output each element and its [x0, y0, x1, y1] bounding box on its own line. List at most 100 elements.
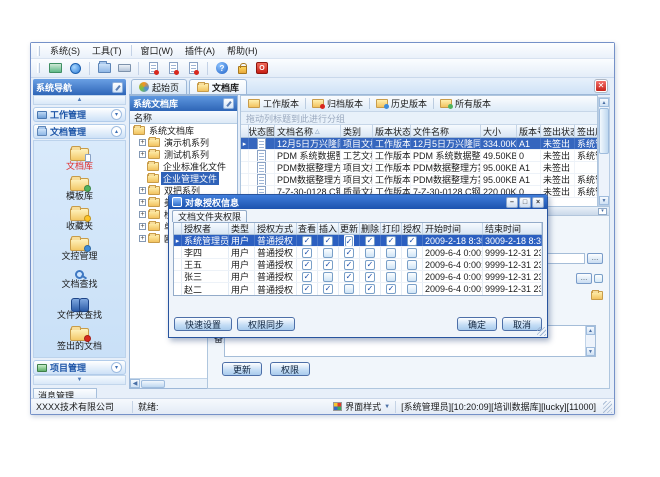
chevron-up-icon[interactable]: ▴	[111, 126, 122, 137]
help-icon[interactable]: ?	[213, 60, 231, 77]
expander-icon[interactable]: +	[139, 187, 146, 194]
perm-checkbox-view[interactable]	[302, 272, 312, 282]
perm-checkbox-grant[interactable]	[407, 284, 417, 294]
header-status[interactable]: 状态图	[249, 125, 275, 137]
perm-checkbox-delete[interactable]	[365, 260, 375, 270]
sidebar-scroll-up[interactable]: ▲	[33, 95, 126, 105]
expander-icon[interactable]: +	[139, 223, 146, 230]
close-icon[interactable]: ✕	[595, 80, 607, 92]
perm-checkbox-grant[interactable]	[407, 272, 417, 282]
header-view[interactable]: 查看	[297, 223, 318, 234]
sidebar-item-checked-out-docs[interactable]: 签出的文档	[34, 324, 125, 354]
perm-checkbox-print[interactable]	[386, 284, 396, 294]
open-folder-icon[interactable]	[591, 291, 603, 300]
scroll-down-icon[interactable]: ▼	[586, 347, 595, 356]
menu-tools[interactable]: 工具(T)	[86, 43, 128, 58]
doc-check-icon[interactable]	[164, 60, 182, 77]
sidebar-item-favorites[interactable]: 收藏夹	[34, 204, 125, 234]
tree-root[interactable]: 系统文档库	[130, 124, 237, 136]
tree-item[interactable]: + 测试机系列	[130, 148, 237, 160]
quick-settings-button[interactable]: 快速设置	[174, 317, 232, 331]
perm-checkbox-view[interactable]	[302, 248, 312, 258]
chevron-down-icon[interactable]: ▾	[111, 109, 122, 120]
browse-button[interactable]: …	[587, 253, 603, 264]
header-delete[interactable]: 删除	[360, 223, 381, 234]
header-category[interactable]: 类别	[341, 125, 373, 137]
all-versions-button[interactable]: 所有版本	[436, 97, 495, 111]
permission-sync-button[interactable]: 权限同步	[237, 317, 295, 331]
perm-checkbox-grant[interactable]	[407, 260, 417, 270]
globe-icon[interactable]	[66, 60, 84, 77]
close-icon[interactable]: ×	[532, 197, 544, 208]
permission-button[interactable]: 权限	[270, 362, 310, 376]
doc-mail-icon[interactable]	[184, 60, 202, 77]
header-end-time[interactable]: 结束时间	[483, 223, 542, 234]
header-print[interactable]: 打印	[381, 223, 402, 234]
table-row[interactable]: PDM 系统数据整理检... 工艺文档 工作版本 PDM 系统数据整理... 4…	[241, 150, 597, 162]
power-icon[interactable]: O	[253, 60, 271, 77]
perm-checkbox-insert[interactable]	[323, 236, 333, 246]
header-update[interactable]: 更新	[339, 223, 360, 234]
folder-icon[interactable]	[95, 60, 113, 77]
perm-checkbox-view[interactable]	[302, 284, 312, 294]
perm-checkbox-update[interactable]	[344, 248, 354, 258]
menu-plugins[interactable]: 插件(A)	[179, 43, 221, 58]
chevron-down-icon[interactable]: ▾	[111, 362, 122, 373]
browse-button[interactable]: …	[576, 273, 592, 284]
permission-row[interactable]: 王五 用户 普通授权 2009-6-4 0:00:00 9999-12-31 2…	[174, 259, 542, 271]
toolbar-grip[interactable]	[37, 63, 40, 73]
scrollbar-thumb[interactable]	[141, 380, 165, 388]
perm-checkbox-delete[interactable]	[365, 248, 375, 258]
printer-icon[interactable]	[115, 60, 133, 77]
permission-row[interactable]: 赵二 用户 普通授权 2009-6-4 0:00:00 9999-12-31 2…	[174, 283, 542, 295]
history-version-button[interactable]: 历史版本	[372, 97, 431, 111]
perm-checkbox-print[interactable]	[386, 272, 396, 282]
header-type[interactable]: 类型	[229, 223, 255, 234]
table-row[interactable]: PDM数据整理方案.doc 项目文档 工作版本 PDM数据整理方案.doc 95…	[241, 162, 597, 174]
scroll-down-icon[interactable]: ▼	[599, 196, 609, 205]
maximize-icon[interactable]: □	[519, 197, 531, 208]
perm-checkbox-grant[interactable]	[407, 248, 417, 258]
header-start-time[interactable]: 开始时间	[423, 223, 483, 234]
perm-checkbox-insert[interactable]	[323, 260, 333, 270]
scroll-left-icon[interactable]: ◀	[130, 379, 140, 388]
toolbar-grip[interactable]	[37, 46, 40, 56]
scrollbar-thumb[interactable]	[599, 108, 609, 154]
computer-sync-icon[interactable]	[46, 60, 64, 77]
pin-icon[interactable]	[223, 98, 234, 109]
expander-icon[interactable]: +	[139, 211, 146, 218]
sidebar-scroll-down[interactable]: ▼	[33, 375, 126, 385]
permission-row[interactable]: ▸ 系统管理员 用户 普通授权 2009-2-18 8:35:57 3009-2…	[174, 235, 542, 247]
tab-doc-folder-permissions[interactable]: 文档文件夹权限	[172, 210, 247, 222]
header-grantee[interactable]: 授权者	[182, 223, 229, 234]
lock-icon[interactable]	[233, 60, 251, 77]
sidebar-item-folder-search[interactable]: 文件夹查找	[34, 294, 125, 324]
perm-checkbox-delete[interactable]	[365, 272, 375, 282]
perm-checkbox-update[interactable]	[344, 260, 354, 270]
permission-row[interactable]: 张三 用户 普通授权 2009-6-4 0:00:00 9999-12-31 2…	[174, 271, 542, 283]
sidebar-group-work[interactable]: 工作管理 ▾	[33, 107, 126, 122]
menu-system[interactable]: 系统(S)	[44, 43, 86, 58]
header-file-name[interactable]: 文件名称	[411, 125, 481, 137]
doc-new-icon[interactable]	[144, 60, 162, 77]
perm-checkbox-update[interactable]	[344, 284, 354, 294]
table-row[interactable]: ▸ 12月5日万兴隆同行... 项目文档 工作版本 12月5日万兴隆同行... …	[241, 138, 597, 150]
expander-icon[interactable]: +	[139, 139, 146, 146]
remark-scrollbar[interactable]: ▲ ▼	[585, 326, 595, 356]
header-size[interactable]: 大小	[481, 125, 517, 137]
tree-column-header[interactable]: 名称	[130, 111, 237, 124]
perm-checkbox-print[interactable]	[386, 248, 396, 258]
menu-window[interactable]: 窗口(W)	[135, 43, 180, 58]
cancel-button[interactable]: 取消	[502, 317, 542, 331]
expander-icon[interactable]: +	[139, 199, 146, 206]
minimize-icon[interactable]: –	[506, 197, 518, 208]
permission-row[interactable]: 李四 用户 普通授权 2009-6-4 0:00:00 9999-12-31 2…	[174, 247, 542, 259]
expander-icon[interactable]: +	[139, 235, 146, 242]
perm-checkbox-view[interactable]	[302, 236, 312, 246]
header-version[interactable]: 版本号	[517, 125, 541, 137]
table-vertical-scrollbar[interactable]: ▲ ▼	[598, 97, 610, 206]
perm-checkbox-update[interactable]	[345, 236, 354, 247]
perm-checkbox-print[interactable]	[386, 260, 396, 270]
pin-icon[interactable]	[112, 82, 123, 93]
header-insert[interactable]: 插入	[318, 223, 339, 234]
